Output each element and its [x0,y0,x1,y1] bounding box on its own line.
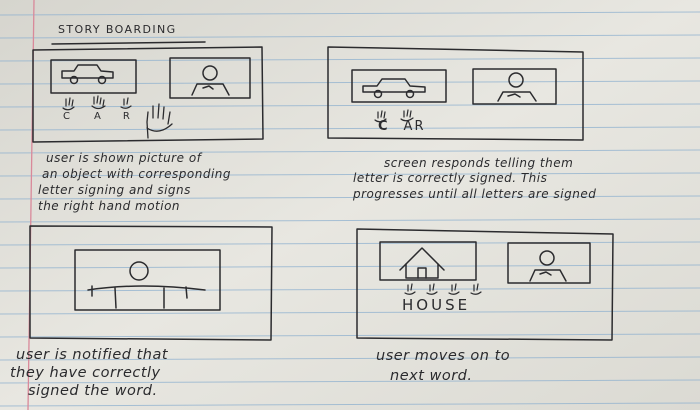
panel-1-caption-line-3: letter signing and signs [38,183,191,197]
letter-c: C [63,111,70,122]
panel-4-caption-line-2: next word. [390,368,473,384]
panel-2-letters: C A R [378,119,424,134]
panel-2-caption-line-3: progresses until all letters are signed [353,187,597,201]
storyboard-title: STORY BOARDING [58,23,177,36]
panel-4-caption-line-1: user moves on to [376,348,511,364]
letter-a: A [403,119,413,134]
panel-2-caption-line-2: letter is correctly signed. This [353,171,548,185]
panel-3-caption-line-1: user is notified that [16,347,169,363]
panel-1-caption-line-1: user is shown picture of [46,151,202,165]
letter-a: A [93,111,101,122]
letter-r: R [414,119,424,134]
letter-c-confirmed: C [378,119,388,134]
letter-r: R [122,111,130,122]
panel-4-word: HOUSE [402,296,471,314]
panel-2-caption-line-1: screen responds telling them [384,156,574,170]
panel-3-caption-line-2: they have correctly [10,365,161,381]
panel-1-letters: C A R [63,111,130,122]
panel-1-caption-line-4: the right hand motion [38,199,181,213]
panel-3-caption-line-3: signed the word. [28,383,158,399]
panel-1-caption-line-2: an object with corresponding [42,167,232,181]
